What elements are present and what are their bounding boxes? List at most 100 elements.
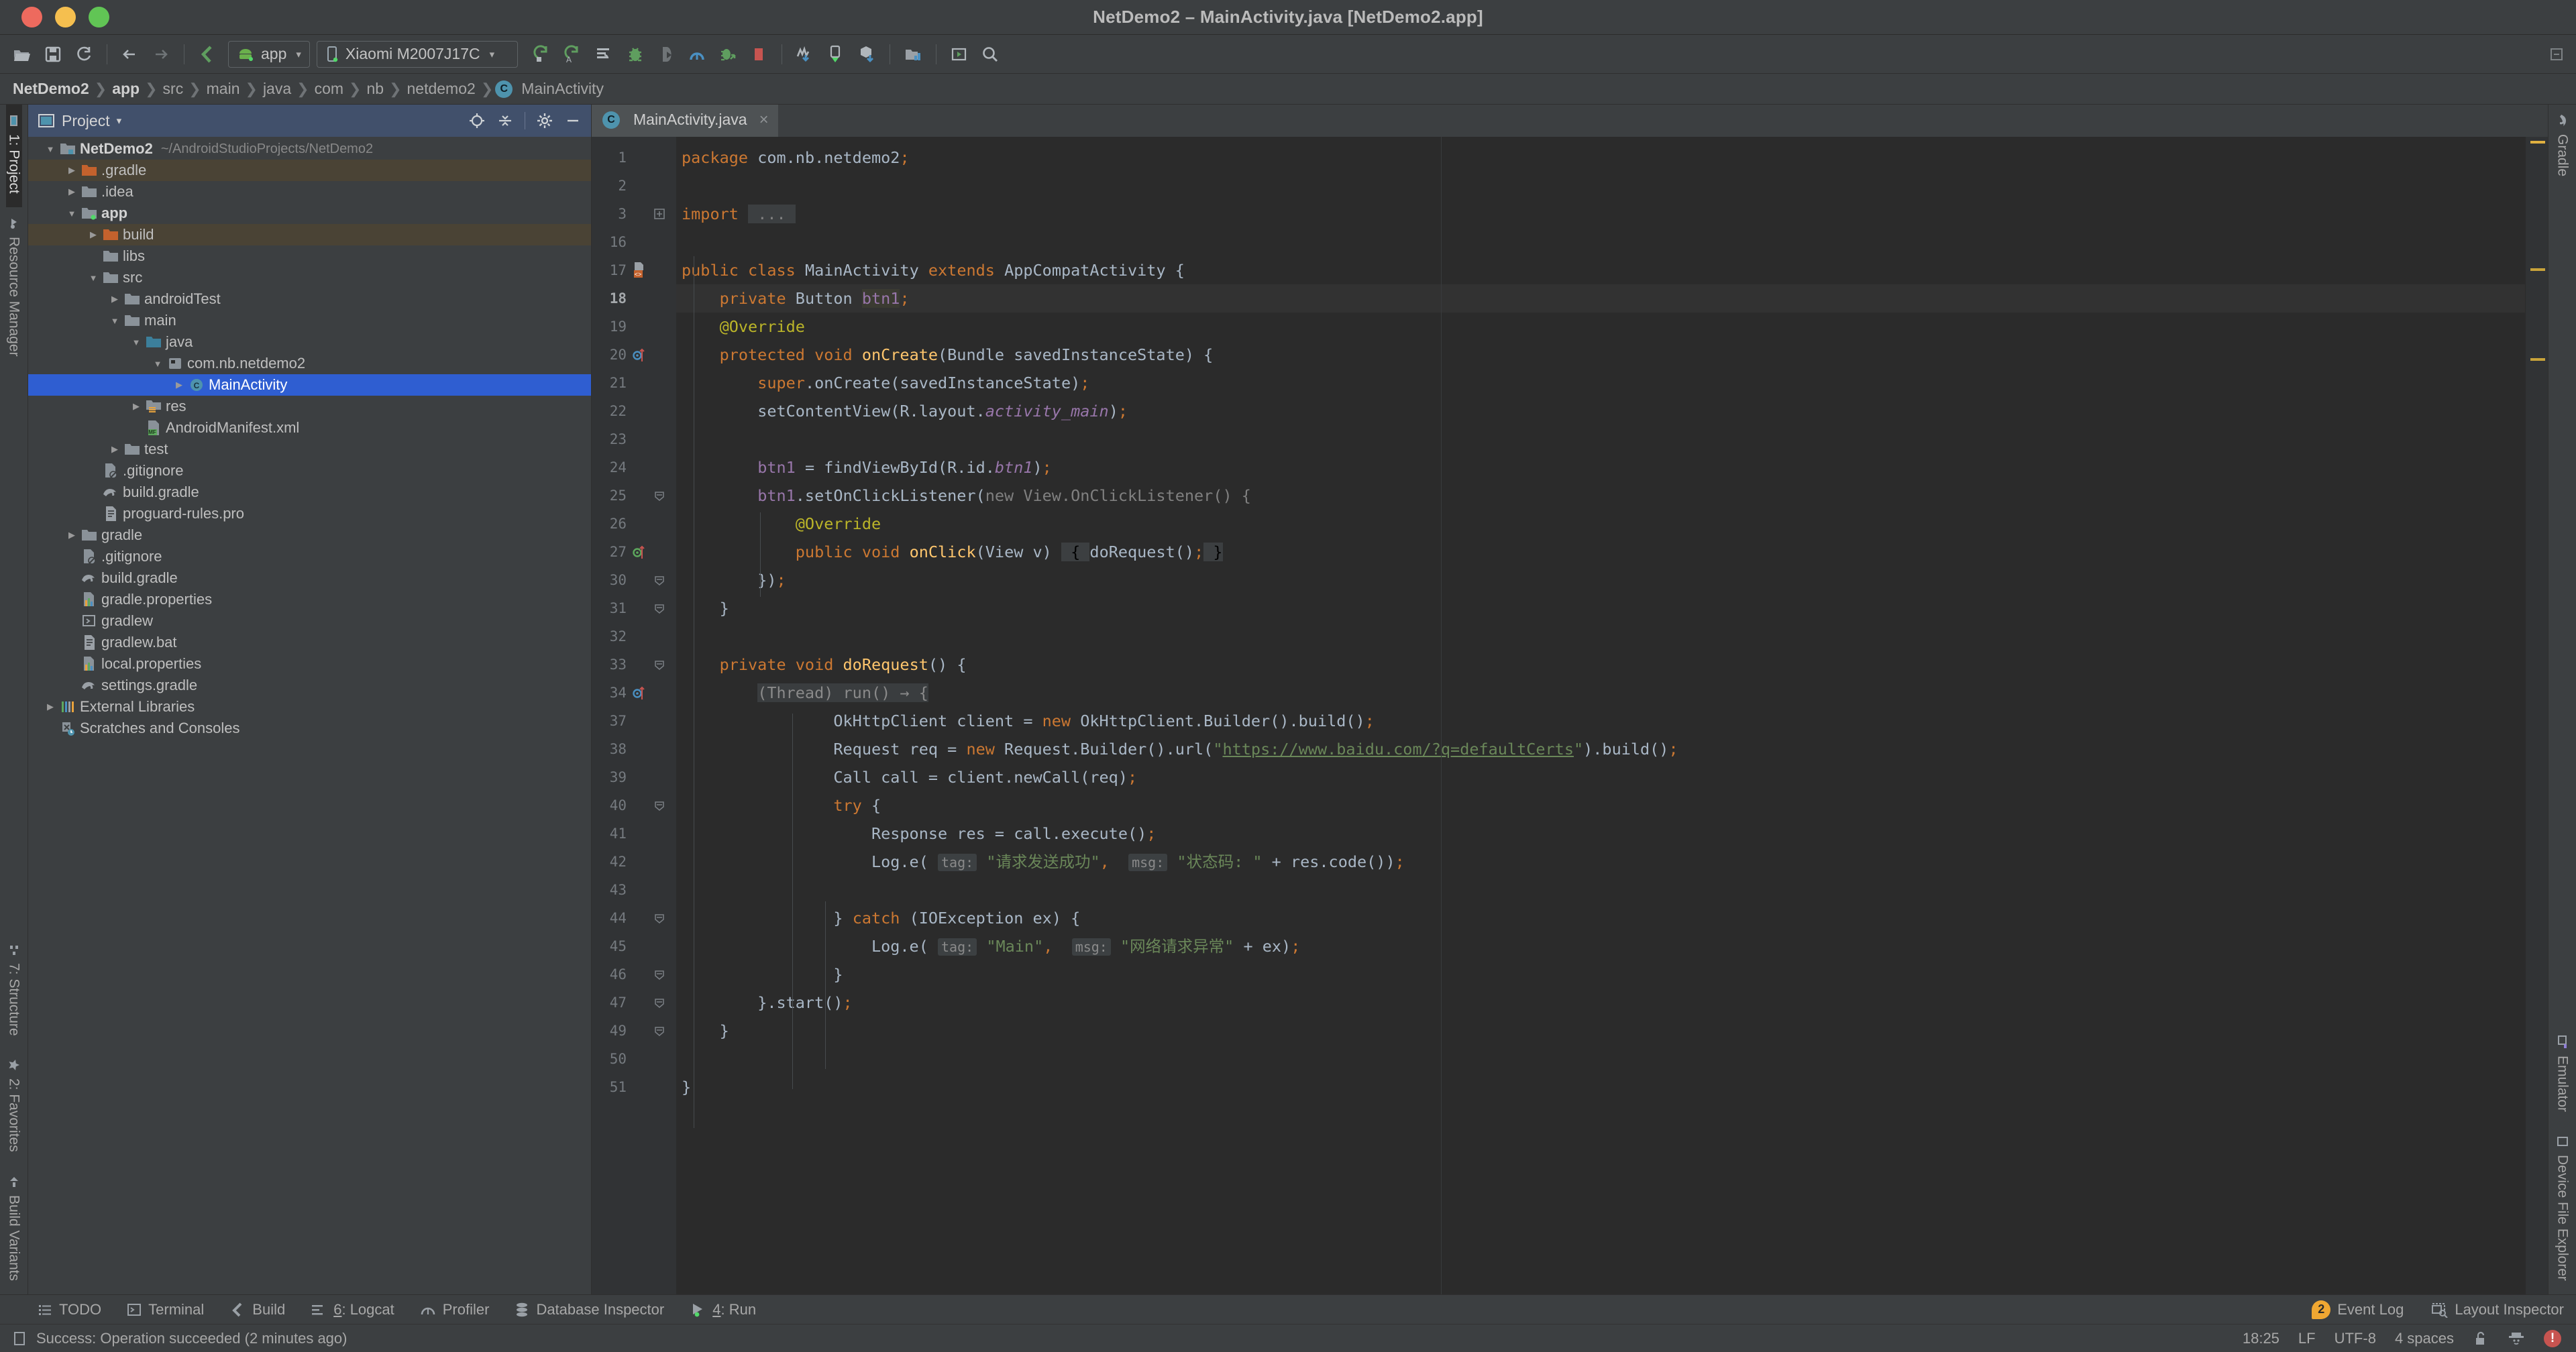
collapse-all-icon[interactable] <box>494 109 517 132</box>
tree-node-gradle-properties[interactable]: gradle.properties <box>28 589 591 610</box>
gutter-line-47[interactable]: 47 <box>592 989 676 1017</box>
layout-editor-icon[interactable] <box>944 39 975 70</box>
gutter-line-42[interactable]: 42 <box>592 848 676 876</box>
code-line-47[interactable]: }.start(); <box>676 989 2548 1017</box>
code-line-19[interactable]: @Override <box>676 313 2548 341</box>
breadcrumb-item-netdemo2[interactable]: NetDemo2 <box>9 80 93 98</box>
expand-toolbar-icon[interactable] <box>2541 39 2572 70</box>
chevron-right-icon[interactable]: ▶ <box>129 401 144 412</box>
tree-node-test[interactable]: ▶ test <box>28 439 591 460</box>
implement-marker-icon[interactable] <box>629 544 649 560</box>
gutter-line-38[interactable]: 38 <box>592 735 676 763</box>
avd-manager-icon[interactable] <box>192 39 223 70</box>
chevron-right-icon[interactable]: ▶ <box>64 186 79 197</box>
inspector-hat-icon[interactable] <box>2508 1331 2525 1347</box>
tree-node--gitignore[interactable]: .gitignore <box>28 546 591 567</box>
code-line-33[interactable]: private void doRequest() { <box>676 651 2548 679</box>
fold-icon[interactable] <box>649 799 669 811</box>
gutter-line-45[interactable]: 45 <box>592 932 676 960</box>
tool-window-6-logcat[interactable]: 6: Logcat <box>311 1301 394 1318</box>
gutter-line-44[interactable]: 44 <box>592 904 676 932</box>
chevron-right-icon[interactable]: ▶ <box>107 294 122 304</box>
gutter-line-34[interactable]: 34 <box>592 679 676 707</box>
tree-node-gradle[interactable]: ▶ gradle <box>28 524 591 546</box>
fold-icon[interactable] <box>649 997 669 1009</box>
back-arrow-icon[interactable] <box>115 39 146 70</box>
code-line-45[interactable]: Log.e( tag: "Main", msg: "网络请求异常" + ex); <box>676 932 2548 960</box>
run-icon[interactable] <box>527 39 558 70</box>
sidebar-item-gradle[interactable]: Gradle <box>2555 105 2571 190</box>
tree-node-build-gradle[interactable]: build.gradle <box>28 482 591 503</box>
gutter-line-21[interactable]: 21 <box>592 369 676 397</box>
search-icon[interactable] <box>975 39 1006 70</box>
chevron-down-icon[interactable]: ▾ <box>117 115 122 127</box>
breadcrumb-item-src[interactable]: src <box>160 80 187 98</box>
override-marker-icon[interactable] <box>629 685 649 701</box>
project-tree[interactable]: ▼ NetDemo2 ~/AndroidStudioProjects/NetDemo… <box>28 137 591 1294</box>
gear-icon[interactable] <box>533 109 556 132</box>
breadcrumb-item-app[interactable]: app <box>109 80 143 98</box>
gutter-line-22[interactable]: 22 <box>592 397 676 425</box>
code-area[interactable]: package com.nb.netdemo2; import ... publi… <box>676 137 2548 1294</box>
tree-node-androidtest[interactable]: ▶ androidTest <box>28 288 591 310</box>
gutter-line-32[interactable]: 32 <box>592 622 676 651</box>
stop-icon[interactable] <box>743 39 774 70</box>
error-badge[interactable]: ! <box>2544 1329 2561 1347</box>
save-all-icon[interactable] <box>38 39 68 70</box>
code-line-24[interactable]: btn1 = findViewById(R.id.btn1); <box>676 453 2548 482</box>
gutter-line-16[interactable]: 16 <box>592 228 676 256</box>
tree-node-settings-gradle[interactable]: settings.gradle <box>28 675 591 696</box>
tree-node-mainactivity[interactable]: ▶ C MainActivity <box>28 374 591 396</box>
tree-node-netdemo2[interactable]: ▼ NetDemo2 ~/AndroidStudioProjects/NetDemo… <box>28 138 591 160</box>
code-line-42[interactable]: Log.e( tag: "请求发送成功", msg: "状态码: " + res… <box>676 848 2548 876</box>
breadcrumb-item-nb[interactable]: nb <box>363 80 387 98</box>
gutter-line-3[interactable]: 3 <box>592 200 676 228</box>
gutter-line-20[interactable]: 20 <box>592 341 676 369</box>
code-line-22[interactable]: setContentView(R.layout.activity_main); <box>676 397 2548 425</box>
status-line-separator[interactable]: LF <box>2298 1330 2316 1347</box>
class-marker-icon[interactable]: <> <box>629 262 649 279</box>
sidebar-item-emulator[interactable]: Emulator <box>2555 1026 2571 1125</box>
gutter-line-39[interactable]: 39 <box>592 763 676 791</box>
minimize-icon[interactable] <box>561 109 584 132</box>
forward-arrow-icon[interactable] <box>146 39 176 70</box>
chevron-down-icon[interactable]: ▼ <box>150 359 165 369</box>
tree-node-app[interactable]: ▼ app <box>28 203 591 224</box>
fold-icon[interactable] <box>649 490 669 502</box>
code-line-37[interactable]: OkHttpClient client = new OkHttpClient.B… <box>676 707 2548 735</box>
gutter-line-31[interactable]: 31 <box>592 594 676 622</box>
tool-window-build[interactable]: Build <box>229 1301 285 1318</box>
device-selector[interactable]: Xiaomi M2007J17C ▾ <box>316 40 518 68</box>
tree-node--idea[interactable]: ▶ .idea <box>28 181 591 203</box>
gutter-line-26[interactable]: 26 <box>592 510 676 538</box>
tree-node-build[interactable]: ▶ build <box>28 224 591 245</box>
sidebar-item-favorites[interactable]: 2: Favorites <box>6 1049 22 1166</box>
tree-node--gradle[interactable]: ▶ .gradle <box>28 160 591 181</box>
tree-node-res[interactable]: ▶ res <box>28 396 591 417</box>
gutter-line-43[interactable]: 43 <box>592 876 676 904</box>
tree-node-gradlew[interactable]: gradlew <box>28 610 591 632</box>
fold-icon[interactable] <box>649 602 669 614</box>
breadcrumb-item-com[interactable]: com <box>311 80 347 98</box>
code-line-49[interactable]: } <box>676 1017 2548 1045</box>
tree-node-local-properties[interactable]: local.properties <box>28 653 591 675</box>
unlocked-icon[interactable] <box>2473 1331 2489 1347</box>
code-line-21[interactable]: super.onCreate(savedInstanceState); <box>676 369 2548 397</box>
device-manager-icon[interactable] <box>820 39 851 70</box>
sdk-manager-icon[interactable] <box>790 39 820 70</box>
fold-collapsed-icon[interactable] <box>649 208 669 220</box>
sidebar-item-build-variants[interactable]: Build Variants <box>6 1166 22 1294</box>
chevron-right-icon[interactable]: ▶ <box>43 701 58 712</box>
profiler-icon[interactable] <box>682 39 712 70</box>
chevron-right-icon[interactable]: ▶ <box>107 444 122 455</box>
breadcrumb-item-java[interactable]: java <box>260 80 294 98</box>
code-line-2[interactable] <box>676 172 2548 200</box>
code-line-23[interactable] <box>676 425 2548 453</box>
chevron-down-icon[interactable]: ▼ <box>107 316 122 326</box>
close-icon[interactable]: × <box>759 111 769 129</box>
sidebar-item-device-file-explorer[interactable]: Device File Explorer <box>2555 1125 2571 1294</box>
open-folder-icon[interactable] <box>7 39 38 70</box>
tree-node-com-nb-netdemo2[interactable]: ▼ com.nb.netdemo2 <box>28 353 591 374</box>
code-line-43[interactable] <box>676 876 2548 904</box>
code-line-44[interactable]: } catch (IOException ex) { <box>676 904 2548 932</box>
